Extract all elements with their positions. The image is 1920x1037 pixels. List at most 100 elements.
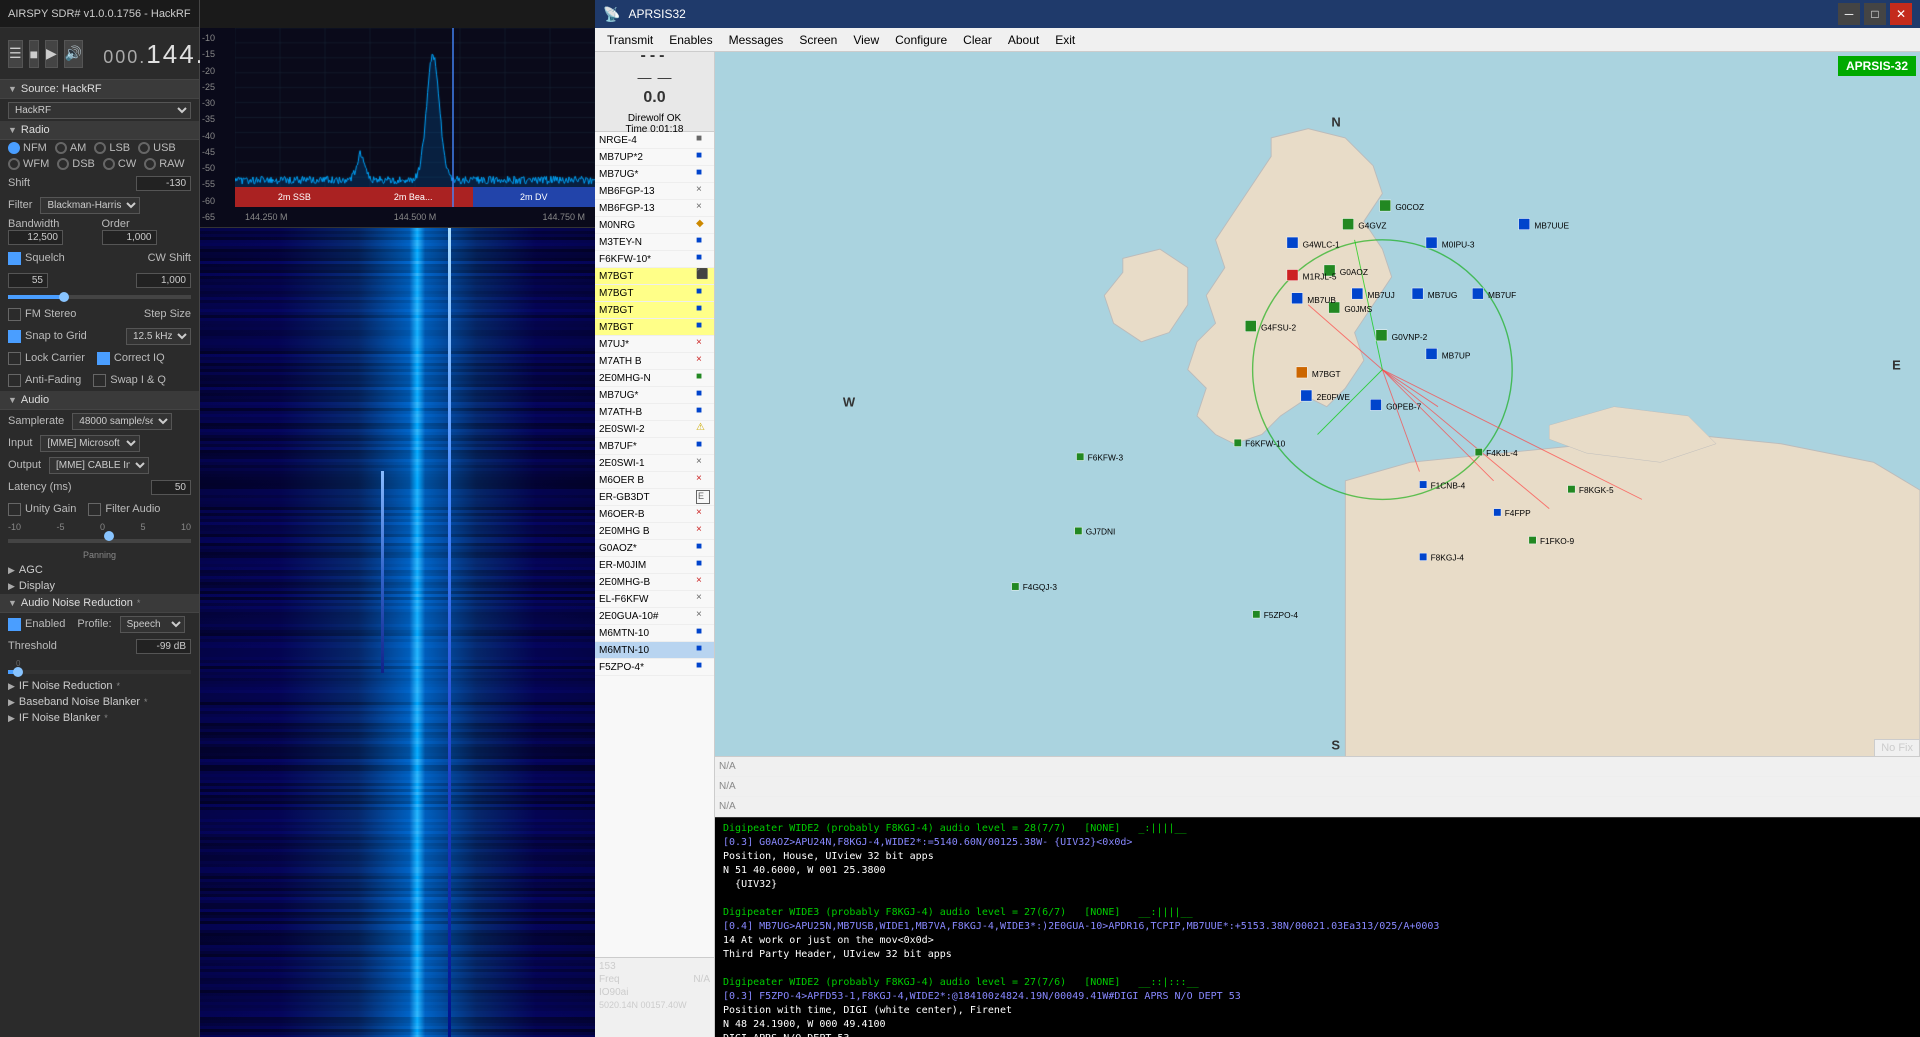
source-select-row[interactable]: HackRF [0, 99, 199, 121]
mode-wfm[interactable]: WFM [8, 158, 49, 170]
list-item[interactable]: 2E0MHG-N ■ [595, 370, 714, 387]
nr-slider-track[interactable] [8, 670, 191, 674]
menu-configure[interactable]: Configure [887, 31, 955, 49]
list-item[interactable]: F5ZPO-4* ■ [595, 659, 714, 676]
minimize-button[interactable]: ─ [1838, 3, 1860, 25]
list-item[interactable]: M7BGT ■ [595, 285, 714, 302]
output-select[interactable]: [MME] CABLE Input ... [49, 457, 149, 474]
list-item[interactable]: F6KFW-10* ■ [595, 251, 714, 268]
list-item[interactable]: M6OER B × [595, 472, 714, 489]
if-blanker-row[interactable]: ▶ IF Noise Blanker * [0, 710, 199, 726]
list-item[interactable]: MB7UG* ■ [595, 387, 714, 404]
menu-about[interactable]: About [1000, 31, 1047, 49]
list-item[interactable]: NRGE-4 ■ [595, 132, 714, 149]
map-area[interactable]: G4GVZ G4WLC-1 G0COZ G0AOZ [715, 52, 1920, 817]
list-item[interactable]: MB7UG* ■ [595, 166, 714, 183]
audio-button[interactable]: 🔊 [64, 40, 83, 68]
mode-cw[interactable]: CW [103, 158, 136, 170]
list-item[interactable]: 2E0GUA-10# × [595, 608, 714, 625]
list-item[interactable]: G0AOZ* ■ [595, 540, 714, 557]
snap-select[interactable]: 12.5 kHz [126, 328, 191, 345]
close-button[interactable]: ✕ [1890, 3, 1912, 25]
list-item[interactable]: 2E0MHG-B × [595, 574, 714, 591]
list-item[interactable]: M6MTN-10 ■ [595, 625, 714, 642]
input-label: Input [8, 437, 32, 449]
if-noise-reduction-row[interactable]: ▶ IF Noise Reduction * [0, 678, 199, 694]
snap-checkbox[interactable]: Snap to Grid [8, 330, 87, 343]
bandwidth-input[interactable] [8, 230, 63, 245]
fm-stereo-checkbox[interactable]: FM Stereo [8, 308, 76, 321]
list-item[interactable]: 2E0SWI-1 × [595, 455, 714, 472]
correct-iq-checkbox[interactable]: Correct IQ [97, 352, 165, 365]
menu-messages[interactable]: Messages [721, 31, 792, 49]
list-item[interactable]: MB7UF* ■ [595, 438, 714, 455]
baseband-blanker-row[interactable]: ▶ Baseband Noise Blanker * [0, 694, 199, 710]
list-item[interactable]: M6OER-B × [595, 506, 714, 523]
lock-carrier-checkbox[interactable]: Lock Carrier [8, 352, 85, 365]
list-item[interactable]: ER-M0JIM ■ [595, 557, 714, 574]
shift-input[interactable] [136, 176, 191, 191]
squelch-checkbox[interactable]: Squelch [8, 252, 65, 265]
unity-gain-checkbox[interactable]: Unity Gain [8, 503, 76, 516]
source-select[interactable]: HackRF [8, 102, 191, 119]
menu-transmit[interactable]: Transmit [599, 31, 661, 49]
list-item[interactable]: 2E0MHG B × [595, 523, 714, 540]
list-item[interactable]: M0NRG ◆ [595, 217, 714, 234]
input-select[interactable]: [MME] Microsoft So... [40, 435, 140, 452]
waterfall-signal [448, 228, 451, 1037]
menu-view[interactable]: View [845, 31, 887, 49]
svg-text:F8KGK-5: F8KGK-5 [1579, 485, 1614, 495]
menu-clear[interactable]: Clear [955, 31, 1000, 49]
filter-audio-checkbox[interactable]: Filter Audio [88, 503, 160, 516]
nr-profile-select[interactable]: Speech [120, 616, 185, 633]
list-item[interactable]: EL-F6KFW × [595, 591, 714, 608]
list-item[interactable]: M7BGT ■ [595, 319, 714, 336]
filter-label: Filter [8, 199, 32, 211]
menu-button[interactable]: ☰ [8, 40, 23, 68]
order-input[interactable] [102, 230, 157, 245]
nr-threshold-input[interactable] [136, 639, 191, 654]
list-item[interactable]: M7ATH-B ■ [595, 404, 714, 421]
mode-am[interactable]: AM [55, 142, 87, 154]
order-label: Order [102, 218, 192, 230]
display-row[interactable]: ▶ Display [0, 578, 199, 594]
list-item[interactable]: M7BGT ⬛ [595, 268, 714, 285]
squelch-order-input[interactable] [136, 273, 191, 288]
list-item[interactable]: MB7UP*2 ■ [595, 149, 714, 166]
panning-slider[interactable] [8, 534, 191, 548]
sdr-toolbar: ☰ ■ ▶ 🔊 000.144.800.000 ◀ ▶ [0, 28, 199, 80]
list-item[interactable]: M3TEY-N ■ [595, 234, 714, 251]
nr-enabled-checkbox[interactable]: Enabled [8, 618, 65, 631]
filter-select[interactable]: Blackman-Harris 4 [40, 197, 140, 214]
mode-dsb[interactable]: DSB [57, 158, 95, 170]
console-line: [0.3] G0AOZ>APU24N,F8KGJ-4,WIDE2*:=5140.… [723, 836, 1912, 850]
samplerate-select[interactable]: 48000 sample/sec [72, 413, 172, 430]
stop-button[interactable]: ■ [29, 40, 39, 68]
list-item[interactable]: M7ATH B × [595, 353, 714, 370]
aprs-content: --- —— 0.0 Direwolf OK Time 0:01:18 NRGE… [595, 52, 1920, 1037]
latency-input[interactable] [151, 480, 191, 495]
mode-lsb[interactable]: LSB [94, 142, 130, 154]
swap-iq-checkbox[interactable]: Swap I & Q [93, 374, 166, 387]
list-item[interactable]: M7BGT ■ [595, 302, 714, 319]
menu-enables[interactable]: Enables [661, 31, 720, 49]
squelch-track[interactable] [8, 295, 191, 299]
mode-usb[interactable]: USB [138, 142, 176, 154]
squelch-value-input[interactable] [8, 273, 48, 288]
menu-exit[interactable]: Exit [1047, 31, 1083, 49]
pause-button[interactable]: ▶ [45, 40, 58, 68]
mode-raw[interactable]: RAW [144, 158, 184, 170]
list-item[interactable]: M6MTN-10 ■ [595, 642, 714, 659]
list-item[interactable]: 2E0SWI-2 ⚠ [595, 421, 714, 438]
menu-screen[interactable]: Screen [791, 31, 845, 49]
list-item[interactable]: MB6FGP-13 × [595, 200, 714, 217]
maximize-button[interactable]: □ [1864, 3, 1886, 25]
list-item[interactable]: MB6FGP-13 × [595, 183, 714, 200]
list-item[interactable]: ER-GB3DT E [595, 489, 714, 506]
anti-fading-checkbox[interactable]: Anti-Fading [8, 374, 81, 387]
agc-row[interactable]: ▶ AGC [0, 562, 199, 578]
svg-text:GJ7DNI: GJ7DNI [1086, 527, 1116, 537]
compass-west: W [843, 395, 856, 410]
mode-nfm[interactable]: NFM [8, 142, 47, 154]
list-item[interactable]: M7UJ* × [595, 336, 714, 353]
